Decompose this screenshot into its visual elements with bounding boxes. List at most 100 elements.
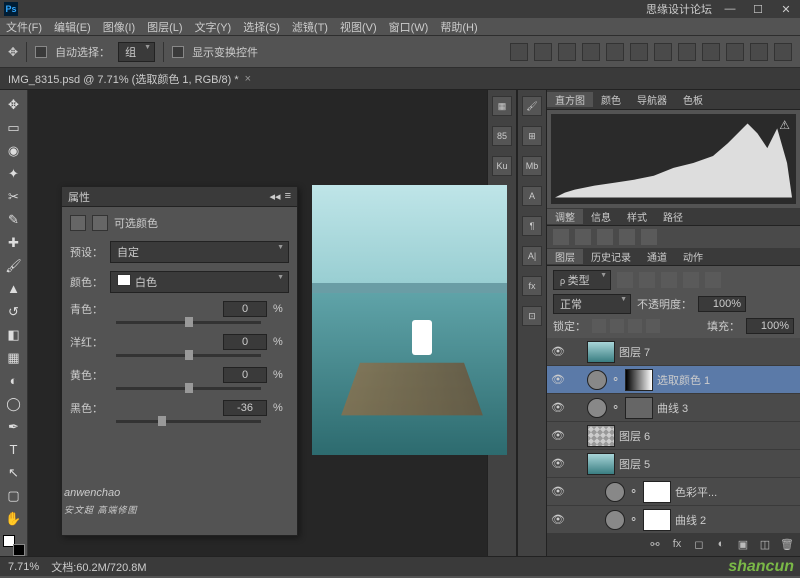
tab-adjustments[interactable]: 调整 <box>547 209 583 224</box>
new-layer-icon[interactable]: ◫ <box>758 538 772 552</box>
shape-tool[interactable]: ▢ <box>3 485 25 506</box>
distribute-icon[interactable] <box>702 43 720 61</box>
menu-layer[interactable]: 图层(L) <box>147 19 182 35</box>
properties-header[interactable]: 属性 ◂◂ ≡ <box>62 187 297 207</box>
document-canvas[interactable] <box>312 185 507 455</box>
layer-thumb[interactable] <box>587 341 615 363</box>
delete-layer-icon[interactable]: 🗑 <box>780 538 794 552</box>
group-icon[interactable]: ▣ <box>736 538 750 552</box>
swatches-panel-icon[interactable]: ⊞ <box>522 126 542 146</box>
panel-icon[interactable]: Mb <box>522 156 542 176</box>
menu-file[interactable]: 文件(F) <box>6 19 42 35</box>
layer-mask-thumb[interactable] <box>625 397 653 419</box>
layer-kind-dropdown[interactable]: ρ 类型 <box>553 270 611 290</box>
tab-channels[interactable]: 通道 <box>639 249 675 264</box>
type-tool[interactable]: T <box>3 439 25 460</box>
gradient-tool[interactable]: ▦ <box>3 347 25 368</box>
panel-icon[interactable]: 85 <box>492 126 512 146</box>
filter-icon[interactable] <box>705 272 721 288</box>
hand-tool[interactable]: ✋ <box>3 508 25 529</box>
tab-histogram[interactable]: 直方图 <box>547 92 593 107</box>
history-brush-tool[interactable]: ↺ <box>3 301 25 322</box>
layer-name[interactable]: 图层 5 <box>619 456 796 472</box>
layer-thumb[interactable] <box>587 453 615 475</box>
dodge-tool[interactable]: ◯ <box>3 393 25 414</box>
layer-name[interactable]: 选取颜色 1 <box>657 372 796 388</box>
layer-mask-thumb[interactable] <box>643 509 671 531</box>
slider-track[interactable] <box>116 420 261 423</box>
layer-row[interactable]: 👁 ⚬ 曲线 2 <box>547 506 800 534</box>
close-tab-icon[interactable]: × <box>245 73 251 85</box>
menu-select[interactable]: 选择(S) <box>243 19 280 35</box>
blur-tool[interactable]: ◐ <box>3 370 25 391</box>
menu-image[interactable]: 图像(I) <box>103 19 135 35</box>
panel-menu-icon[interactable]: ≡ <box>285 190 291 203</box>
zoom-level[interactable]: 7.71% <box>8 561 39 573</box>
lock-all-icon[interactable] <box>646 319 660 333</box>
slider-value-input[interactable]: 0 <box>223 301 267 317</box>
layer-row[interactable]: 👁 图层 7 <box>547 338 800 366</box>
brush-tool[interactable]: 🖌 <box>3 255 25 276</box>
layer-name[interactable]: 图层 6 <box>619 428 796 444</box>
menu-window[interactable]: 窗口(W) <box>389 19 429 35</box>
layer-thumb[interactable] <box>605 482 625 502</box>
menu-view[interactable]: 视图(V) <box>340 19 377 35</box>
menu-type[interactable]: 文字(Y) <box>195 19 232 35</box>
wand-tool[interactable]: ✦ <box>3 163 25 184</box>
tab-swatches[interactable]: 色板 <box>675 92 711 107</box>
slider-thumb[interactable] <box>185 317 193 327</box>
blend-mode-dropdown[interactable]: 正常 <box>553 294 631 314</box>
menu-edit[interactable]: 编辑(E) <box>54 19 91 35</box>
slider-value-input[interactable]: -36 <box>223 400 267 416</box>
slider-track[interactable] <box>116 354 261 357</box>
layer-mask-thumb[interactable] <box>643 481 671 503</box>
layer-thumb[interactable] <box>605 510 625 530</box>
filter-icon[interactable] <box>683 272 699 288</box>
show-transform-checkbox[interactable] <box>172 46 184 58</box>
align-icon[interactable] <box>582 43 600 61</box>
align-icon[interactable] <box>630 43 648 61</box>
fg-bg-colors[interactable] <box>3 535 25 556</box>
tab-color[interactable]: 颜色 <box>593 92 629 107</box>
adj-icon[interactable] <box>641 229 657 245</box>
document-tab[interactable]: IMG_8315.psd @ 7.71% (选取颜色 1, RGB/8) * × <box>8 71 251 87</box>
color-dropdown[interactable]: 白色 <box>110 271 289 293</box>
filter-icon[interactable] <box>639 272 655 288</box>
distribute-icon[interactable] <box>678 43 696 61</box>
fill-input[interactable]: 100% <box>746 318 794 334</box>
filter-icon[interactable] <box>661 272 677 288</box>
align-icon[interactable] <box>534 43 552 61</box>
adj-icon[interactable] <box>597 229 613 245</box>
link-icon[interactable]: ⚬ <box>629 513 639 526</box>
tab-actions[interactable]: 动作 <box>675 249 711 264</box>
slider-track[interactable] <box>116 387 261 390</box>
tab-navigator[interactable]: 导航器 <box>629 92 675 107</box>
distribute-icon[interactable] <box>774 43 792 61</box>
mask-icon[interactable]: ◻ <box>692 538 706 552</box>
panel-icon[interactable]: Ku <box>492 156 512 176</box>
distribute-icon[interactable] <box>726 43 744 61</box>
align-icon[interactable] <box>558 43 576 61</box>
close-button[interactable]: ✕ <box>776 3 796 16</box>
menu-help[interactable]: 帮助(H) <box>440 19 477 35</box>
char-panel-icon[interactable]: A <box>522 186 542 206</box>
layer-thumb[interactable] <box>587 398 607 418</box>
visibility-icon[interactable]: 👁 <box>551 345 565 358</box>
slider-track[interactable] <box>116 321 261 324</box>
layer-row[interactable]: 👁 ⚬ 曲线 3 <box>547 394 800 422</box>
adj-icon[interactable] <box>619 229 635 245</box>
adjustment-layer-icon[interactable]: ◐ <box>714 538 728 552</box>
layer-row[interactable]: 👁 ⚬ 选取颜色 1 <box>547 366 800 394</box>
maximize-button[interactable]: ☐ <box>748 3 768 16</box>
tab-paths[interactable]: 路径 <box>655 209 691 224</box>
adj-icon[interactable] <box>553 229 569 245</box>
layer-row[interactable]: 👁 图层 6 <box>547 422 800 450</box>
fx-icon[interactable]: fx <box>670 538 684 552</box>
crop-tool[interactable]: ✂ <box>3 186 25 207</box>
visibility-icon[interactable]: 👁 <box>551 457 565 470</box>
layer-row[interactable]: 👁 图层 5 <box>547 450 800 478</box>
collapse-icon[interactable]: ◂◂ <box>270 190 281 203</box>
preset-dropdown[interactable]: 自定 <box>110 241 289 263</box>
layer-name[interactable]: 色彩平... <box>675 484 796 500</box>
layer-name[interactable]: 曲线 2 <box>675 512 796 528</box>
